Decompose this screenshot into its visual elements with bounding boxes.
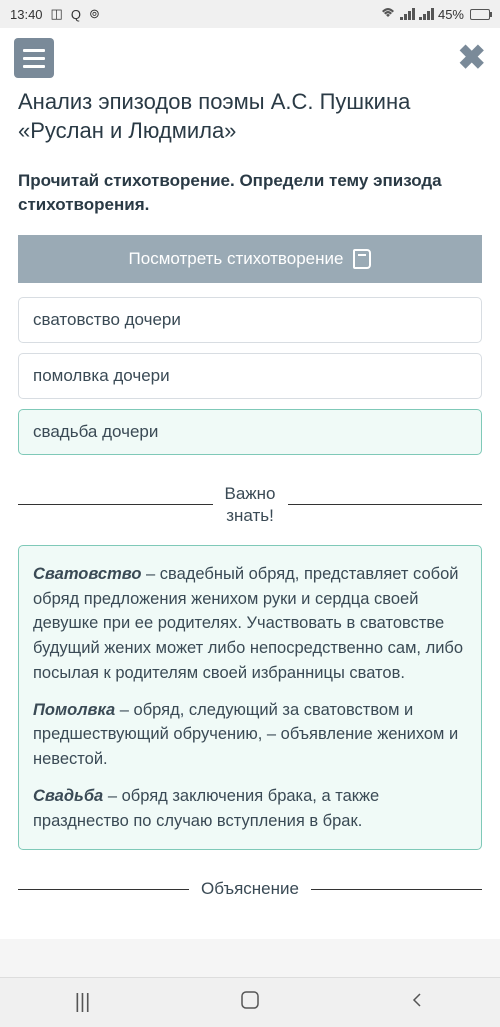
definition-pomolvka: Помолвка – обряд, следующий за сватовств…	[33, 698, 467, 772]
status-time: 13:40	[10, 7, 43, 22]
signal-icon-1	[400, 8, 415, 20]
battery-percent: 45%	[438, 7, 464, 22]
wifi-icon	[380, 7, 396, 22]
gallery-icon: ◫	[51, 6, 63, 22]
recent-apps-button[interactable]: |||	[75, 991, 91, 1014]
definition-svatovstvo: Сватовство – свадебный обряд, представля…	[33, 562, 467, 686]
answer-option-selected[interactable]: свадьба дочери	[18, 409, 482, 455]
book-icon	[353, 249, 371, 269]
answer-option[interactable]: помолвка дочери	[18, 353, 482, 399]
home-button[interactable]	[240, 990, 260, 1016]
option-label: сватовство дочери	[33, 310, 181, 329]
view-poem-label: Посмотреть стихотворение	[129, 249, 344, 269]
instruction-text: Прочитай стихотворение. Определи тему эп…	[18, 169, 482, 217]
app-header: ✖	[0, 28, 500, 88]
main-content: Анализ эпизодов поэмы А.С. Пушкина «Русл…	[0, 88, 500, 939]
option-label: помолвка дочери	[33, 366, 170, 385]
search-icon: Q	[71, 7, 81, 22]
signal-icon-2	[419, 8, 434, 20]
important-divider: Важно знать!	[18, 483, 482, 527]
close-button[interactable]: ✖	[458, 41, 487, 75]
page-title: Анализ эпизодов поэмы А.С. Пушкина «Русл…	[18, 88, 482, 145]
answer-option[interactable]: сватовство дочери	[18, 297, 482, 343]
explanation-label: Объяснение	[201, 878, 299, 900]
back-button[interactable]	[409, 991, 425, 1014]
view-poem-button[interactable]: Посмотреть стихотворение	[18, 235, 482, 283]
shazam-icon: ⊚	[89, 6, 100, 22]
explanation-divider: Объяснение	[18, 878, 482, 900]
definition-svadba: Свадьба – обряд заключения брака, а такж…	[33, 784, 467, 834]
android-nav-bar: |||	[0, 977, 500, 1027]
option-label: свадьба дочери	[33, 422, 158, 441]
info-box: Сватовство – свадебный обряд, представля…	[18, 545, 482, 851]
battery-icon	[470, 9, 490, 20]
menu-button[interactable]	[14, 38, 54, 78]
important-label: Важно знать!	[225, 483, 276, 527]
status-bar: 13:40 ◫ Q ⊚ 45%	[0, 0, 500, 28]
